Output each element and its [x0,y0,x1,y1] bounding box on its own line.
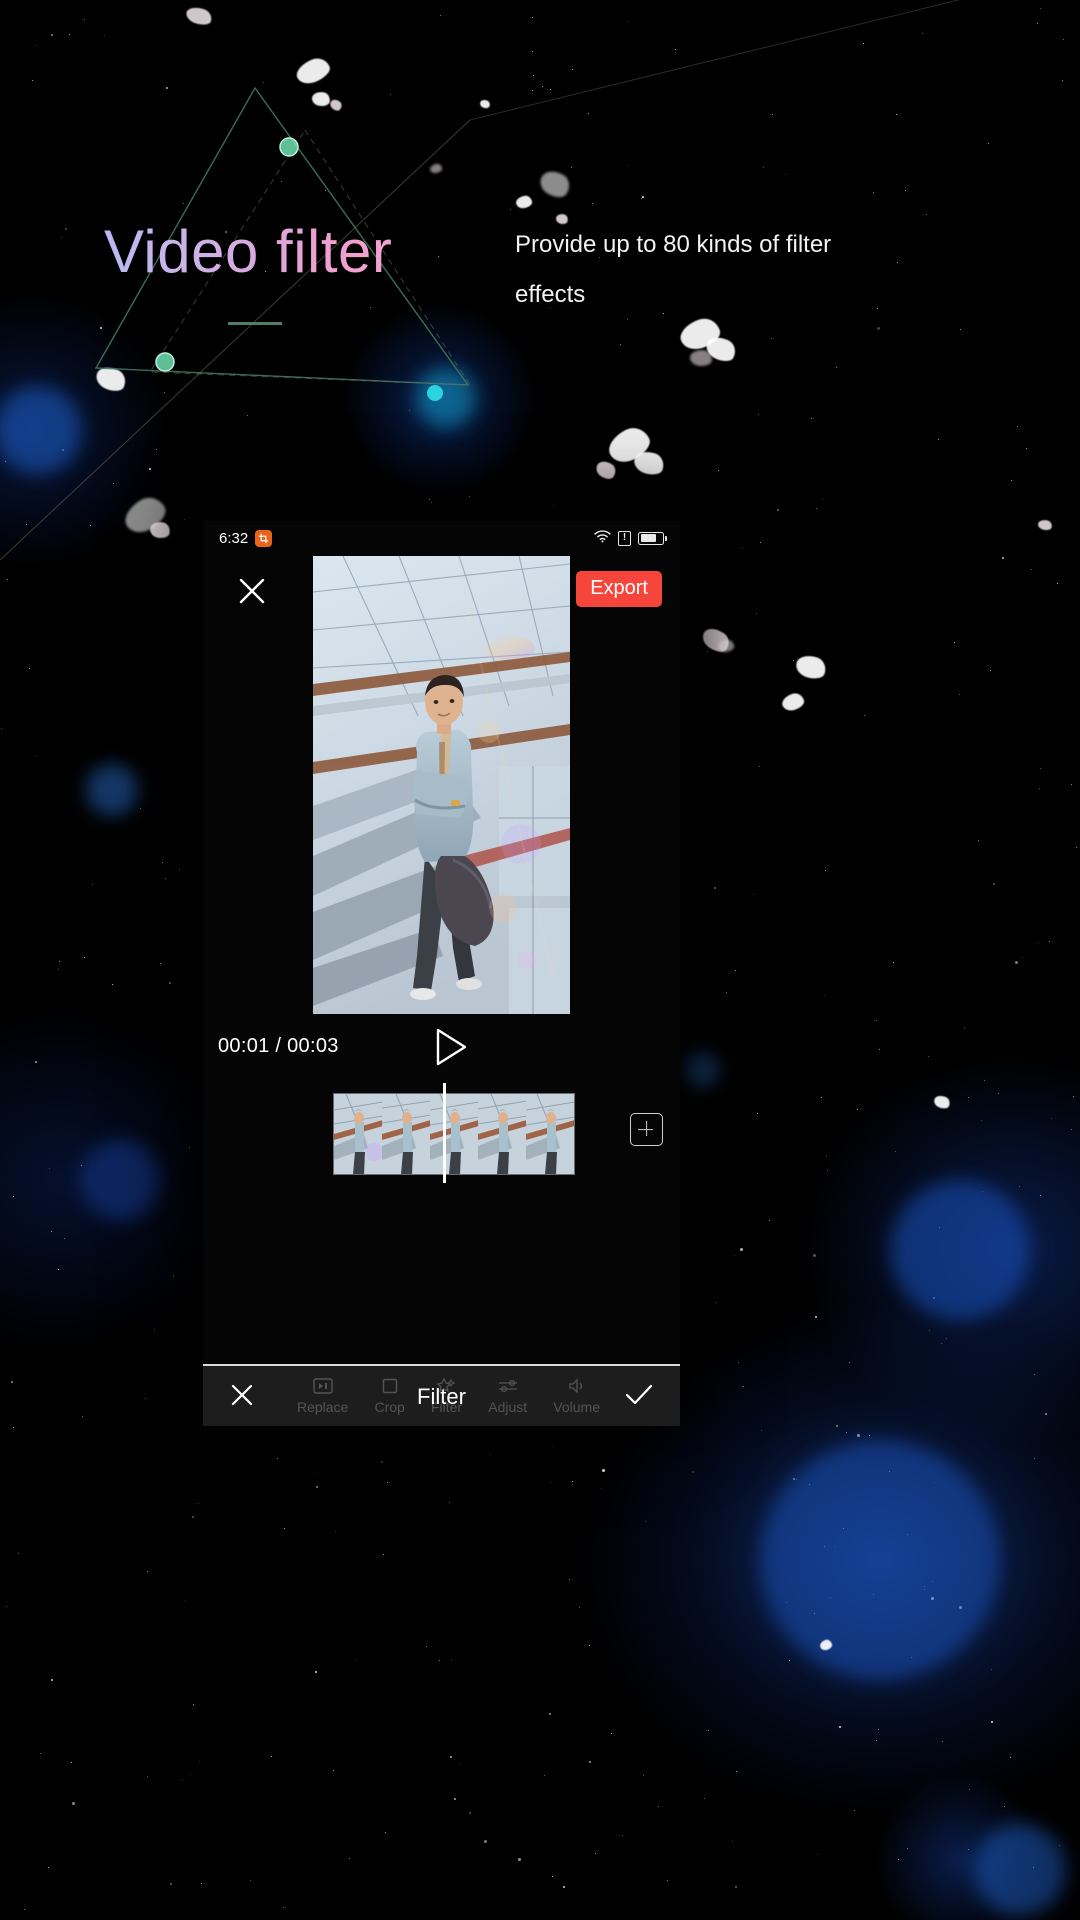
crop-icon [381,1376,399,1396]
sim-alert-icon: ! [618,530,631,546]
timeline-frame [334,1094,382,1174]
toolbar-label: Crop [374,1398,405,1415]
cancel-filter-button[interactable] [229,1382,255,1408]
confirm-filter-button[interactable] [624,1382,654,1408]
page-title: Video filter [104,218,393,285]
toolbar-label: Filter [430,1398,463,1415]
page-subtitle: Provide up to 80 kinds of filter effects [515,231,832,308]
wifi-icon [594,529,611,547]
timeline-frame [526,1094,574,1174]
toolbar-item-adjust[interactable]: Adjust [488,1376,527,1415]
filter-icon [436,1376,457,1396]
toolbar-label: Adjust [488,1398,528,1415]
adjust-icon [498,1376,518,1396]
toolbar-item-crop[interactable]: Crop [375,1376,405,1415]
timeline-clip[interactable] [333,1093,575,1175]
toolbar-label: Volume [553,1398,600,1415]
crop-badge-icon [255,529,273,547]
volume-icon [568,1376,586,1396]
play-icon[interactable] [431,1026,469,1068]
video-preview[interactable] [313,556,570,1014]
replace-icon [312,1376,333,1396]
timeline-frame [382,1094,430,1174]
toolbar-item-replace[interactable]: Replace [297,1376,348,1415]
filter-strip-container: tternessRoseSkyBlueCamomileEvergreenAzur… [85,1251,809,1359]
export-button[interactable]: Export [576,571,662,607]
close-icon[interactable] [236,575,268,607]
toolbar-item-filter[interactable]: Filter [431,1376,462,1415]
toolbar-divider [203,1364,680,1366]
battery-icon [638,531,667,545]
timeline[interactable] [203,1083,680,1191]
player-timecode: 00:01 / 00:03 [218,1035,339,1057]
playhead[interactable] [443,1083,446,1183]
toolbar-item-volume[interactable]: Volume [553,1376,600,1415]
timeline-frame [430,1094,478,1174]
title-underline [228,322,282,325]
add-clip-icon[interactable] [630,1113,663,1146]
status-bar: 6:32 ! [203,521,680,555]
editor-toolbar[interactable]: Replace Crop Filter Adjust Volume Filter [203,1364,680,1426]
status-time: 6:32 [219,529,249,547]
toolbar-label: Replace [297,1398,349,1415]
timeline-frame [478,1094,526,1174]
